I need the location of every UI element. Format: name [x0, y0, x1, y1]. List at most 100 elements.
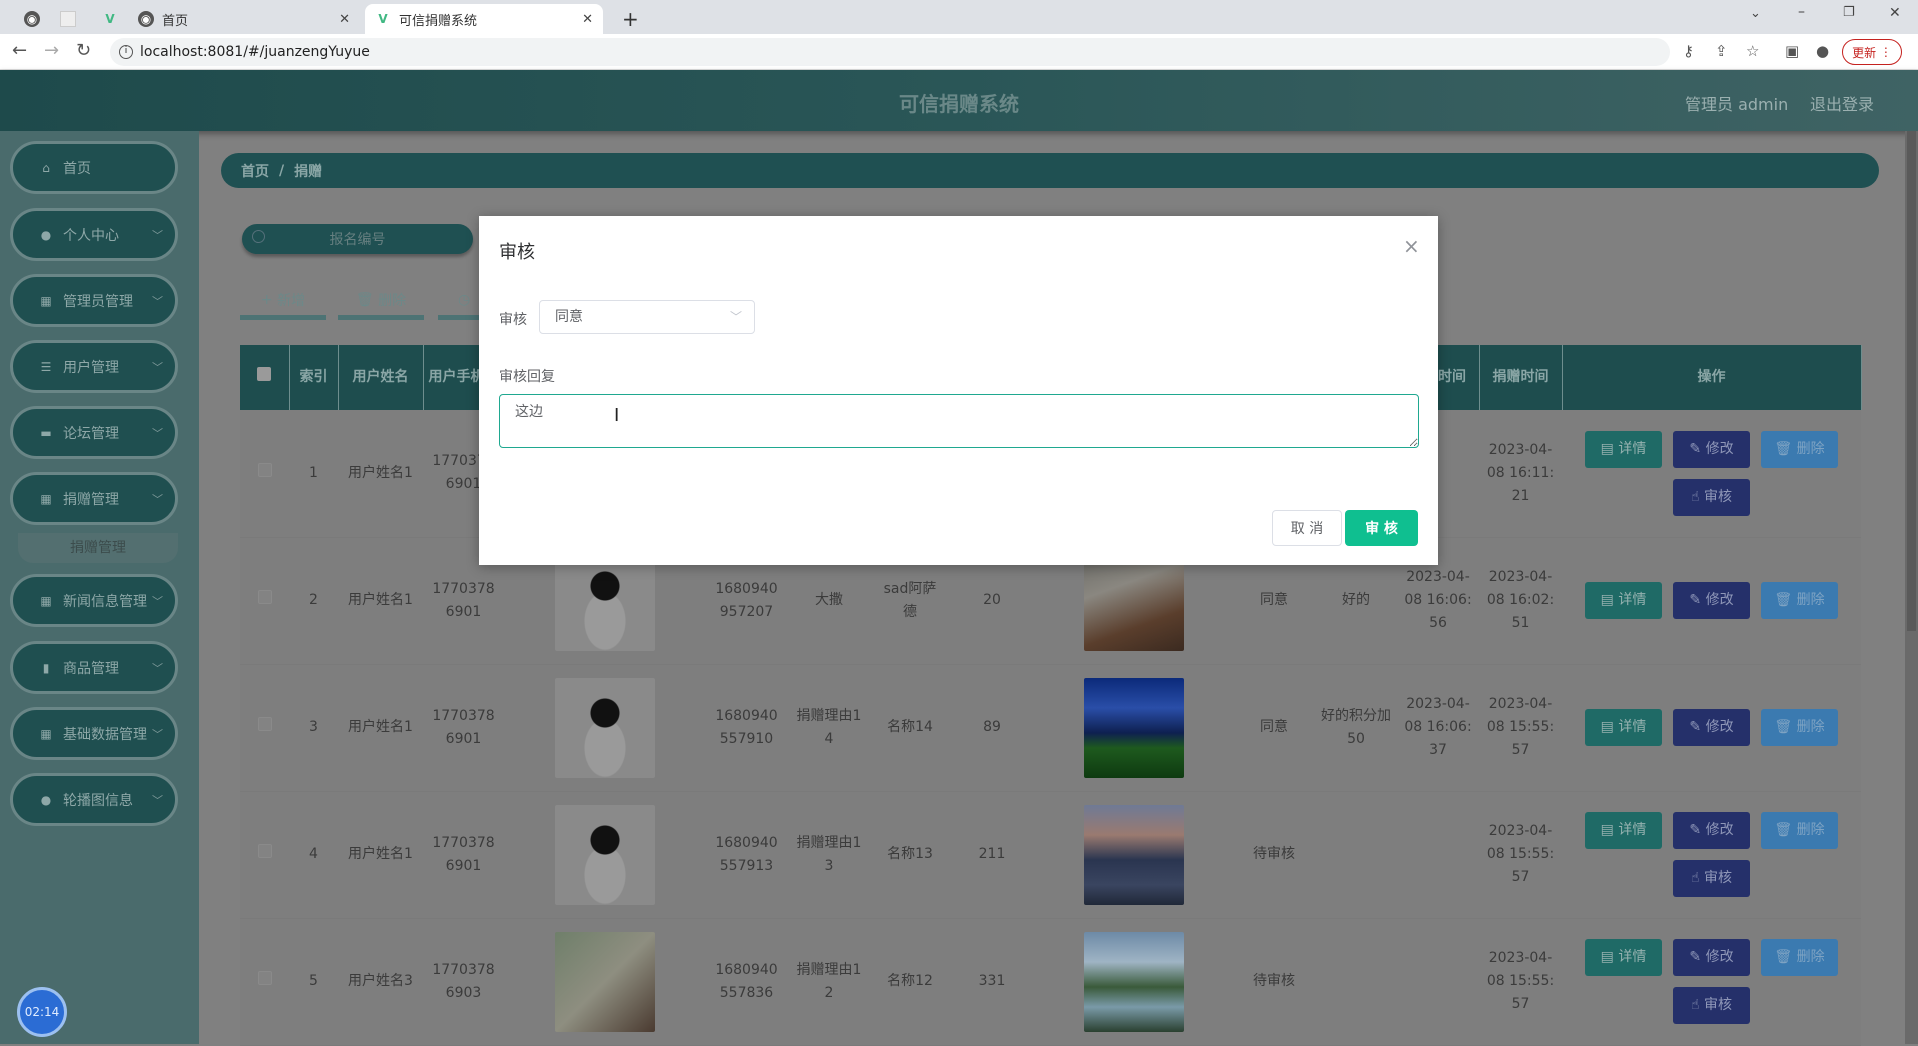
side-panel-icon[interactable]: ▣	[1785, 42, 1799, 60]
detail-button[interactable]: ▤ 详情	[1585, 582, 1662, 619]
sidebar-item[interactable]: ▬论坛管理﹀	[10, 406, 178, 459]
sidebar-item-label: 捐赠管理	[63, 489, 119, 509]
minimize-icon[interactable]: –	[1798, 4, 1805, 20]
pencil-icon: ✎	[1689, 946, 1705, 969]
avatar-cell	[504, 918, 706, 1045]
chevron-down-icon: ﹀	[152, 293, 163, 309]
avatar-image[interactable]	[555, 932, 655, 1032]
trash-icon: 🗑	[1774, 438, 1796, 461]
close-tab-icon[interactable]: ✕	[582, 12, 593, 27]
text-cursor-icon: Ι	[614, 405, 619, 426]
donation-time-cell: 2023-04-08 16:02:51	[1479, 537, 1562, 664]
app-header: 可信捐赠系统 管理员 admin 退出登录	[0, 70, 1918, 131]
detail-label: 详情	[1618, 819, 1646, 842]
edit-button[interactable]: ✎ 修改	[1673, 709, 1750, 746]
chevron-down-icon: ﹀	[152, 726, 163, 742]
sidebar-item[interactable]: ▦捐赠管理﹀	[10, 472, 178, 525]
detail-button[interactable]: ▤ 详情	[1585, 812, 1662, 849]
audit-button[interactable]: ☝ 审核	[1673, 479, 1750, 516]
confirm-audit-button[interactable]: 审 核	[1345, 510, 1418, 546]
row-checkbox[interactable]	[258, 971, 272, 985]
scrollbar-thumb[interactable]	[1907, 131, 1916, 631]
avatar-image[interactable]	[555, 551, 655, 651]
actions-cell: ▤ 详情 ✎ 修改 🗑 删除	[1562, 537, 1861, 664]
edit-button[interactable]: ✎ 修改	[1673, 939, 1750, 976]
share-icon[interactable]: ⇪	[1715, 42, 1728, 60]
sidebar-item-label: 用户管理	[63, 357, 119, 377]
logout-link[interactable]: 退出登录	[1810, 91, 1874, 115]
sidebar-item[interactable]: ▦新闻信息管理﹀	[10, 574, 178, 627]
close-icon[interactable]: ×	[1403, 234, 1420, 258]
report-button[interactable]: ◷	[438, 284, 479, 320]
quantity-cell: 331	[949, 918, 1035, 1045]
sidebar-item[interactable]: ⌂首页	[10, 141, 178, 194]
tab-home[interactable]: ◉首页✕	[128, 4, 360, 34]
page-scrollbar[interactable]	[1905, 131, 1918, 1044]
donation-image[interactable]	[1084, 551, 1184, 651]
cancel-button[interactable]: 取 消	[1272, 510, 1342, 546]
delete-label: 删除	[1797, 716, 1825, 739]
update-button[interactable]: 更新 ⋮	[1842, 39, 1902, 65]
row-checkbox[interactable]	[258, 590, 272, 604]
sidebar-item[interactable]: ●轮播图信息﹀	[10, 773, 178, 826]
sidebar-item-label: 基础数据管理	[63, 724, 147, 744]
trash-icon: 🗑	[356, 292, 378, 308]
avatar-image[interactable]	[555, 678, 655, 778]
sidebar-item[interactable]: ▮商品管理﹀	[10, 641, 178, 694]
edit-button[interactable]: ✎ 修改	[1673, 431, 1750, 468]
search-input[interactable]: 报名编号	[242, 224, 473, 254]
detail-button[interactable]: ▤ 详情	[1585, 939, 1662, 976]
sidebar-subitem[interactable]: 捐赠管理	[18, 533, 178, 563]
audit-label: 审核	[1704, 486, 1732, 509]
avatar-image[interactable]	[555, 805, 655, 905]
new-tab-button[interactable]: +	[612, 4, 649, 34]
tab-list-icon[interactable]: ⌄	[1750, 6, 1761, 21]
registration-number-cell: 1680940557910	[706, 664, 787, 791]
delete-row-button[interactable]: 🗑 删除	[1761, 709, 1838, 746]
delete-row-button[interactable]: 🗑 删除	[1761, 582, 1838, 619]
detail-button[interactable]: ▤ 详情	[1585, 431, 1662, 468]
detail-button[interactable]: ▤ 详情	[1585, 709, 1662, 746]
audit-select[interactable]: 同意﹀	[539, 300, 755, 334]
profile-icon[interactable]: ●	[1816, 42, 1829, 60]
key-icon[interactable]: ⚷	[1683, 42, 1694, 60]
add-button[interactable]: + 新增	[240, 284, 326, 320]
reply-textarea[interactable]: 这边	[499, 394, 1419, 448]
info-icon[interactable]: i	[119, 45, 133, 59]
tab-active[interactable]: V可信捐赠系统✕	[365, 4, 603, 34]
donation-image[interactable]	[1084, 932, 1184, 1032]
sidebar-item-label: 轮播图信息	[63, 790, 133, 810]
sidebar-item[interactable]: ●个人中心﹀	[10, 208, 178, 261]
donation-image[interactable]	[1084, 678, 1184, 778]
edit-label: 修改	[1706, 716, 1734, 739]
row-checkbox[interactable]	[258, 463, 272, 477]
sidebar-item[interactable]: ☰用户管理﹀	[10, 340, 178, 393]
audit-button[interactable]: ☝ 审核	[1673, 987, 1750, 1024]
close-tab-icon[interactable]: ✕	[339, 12, 350, 27]
sidebar-item[interactable]: ▦基础数据管理﹀	[10, 707, 178, 760]
forward-icon[interactable]: →	[44, 40, 59, 61]
delete-button[interactable]: 🗑 删除	[338, 284, 424, 320]
document-icon: ▤	[1601, 589, 1619, 612]
pinned-tab[interactable]	[50, 4, 94, 34]
actions-cell: ▤ 详情 ✎ 修改 🗑 删除 ☝ 审核	[1562, 791, 1861, 918]
row-checkbox[interactable]	[258, 717, 272, 731]
donation-image[interactable]	[1084, 805, 1184, 905]
restore-icon[interactable]: ❐	[1843, 5, 1855, 20]
edit-button[interactable]: ✎ 修改	[1673, 582, 1750, 619]
delete-row-button[interactable]: 🗑 删除	[1761, 431, 1838, 468]
delete-row-button[interactable]: 🗑 删除	[1761, 812, 1838, 849]
delete-row-button[interactable]: 🗑 删除	[1761, 939, 1838, 976]
table-row: 3用户姓名1177037869011680940557910捐赠理由14名称14…	[240, 664, 1861, 791]
back-icon[interactable]: ←	[12, 40, 27, 61]
row-checkbox[interactable]	[258, 844, 272, 858]
bookmark-star-icon[interactable]: ☆	[1746, 42, 1759, 60]
select-all-checkbox[interactable]	[257, 367, 271, 381]
close-window-icon[interactable]: ✕	[1889, 5, 1901, 21]
sidebar-item[interactable]: ▦管理员管理﹀	[10, 274, 178, 327]
url-input[interactable]: ilocalhost:8081/#/juanzengYuyue	[110, 38, 1670, 66]
edit-button[interactable]: ✎ 修改	[1673, 812, 1750, 849]
audit-button[interactable]: ☝ 审核	[1673, 860, 1750, 897]
reload-icon[interactable]: ↻	[76, 40, 91, 61]
breadcrumb-home[interactable]: 首页	[241, 161, 269, 181]
